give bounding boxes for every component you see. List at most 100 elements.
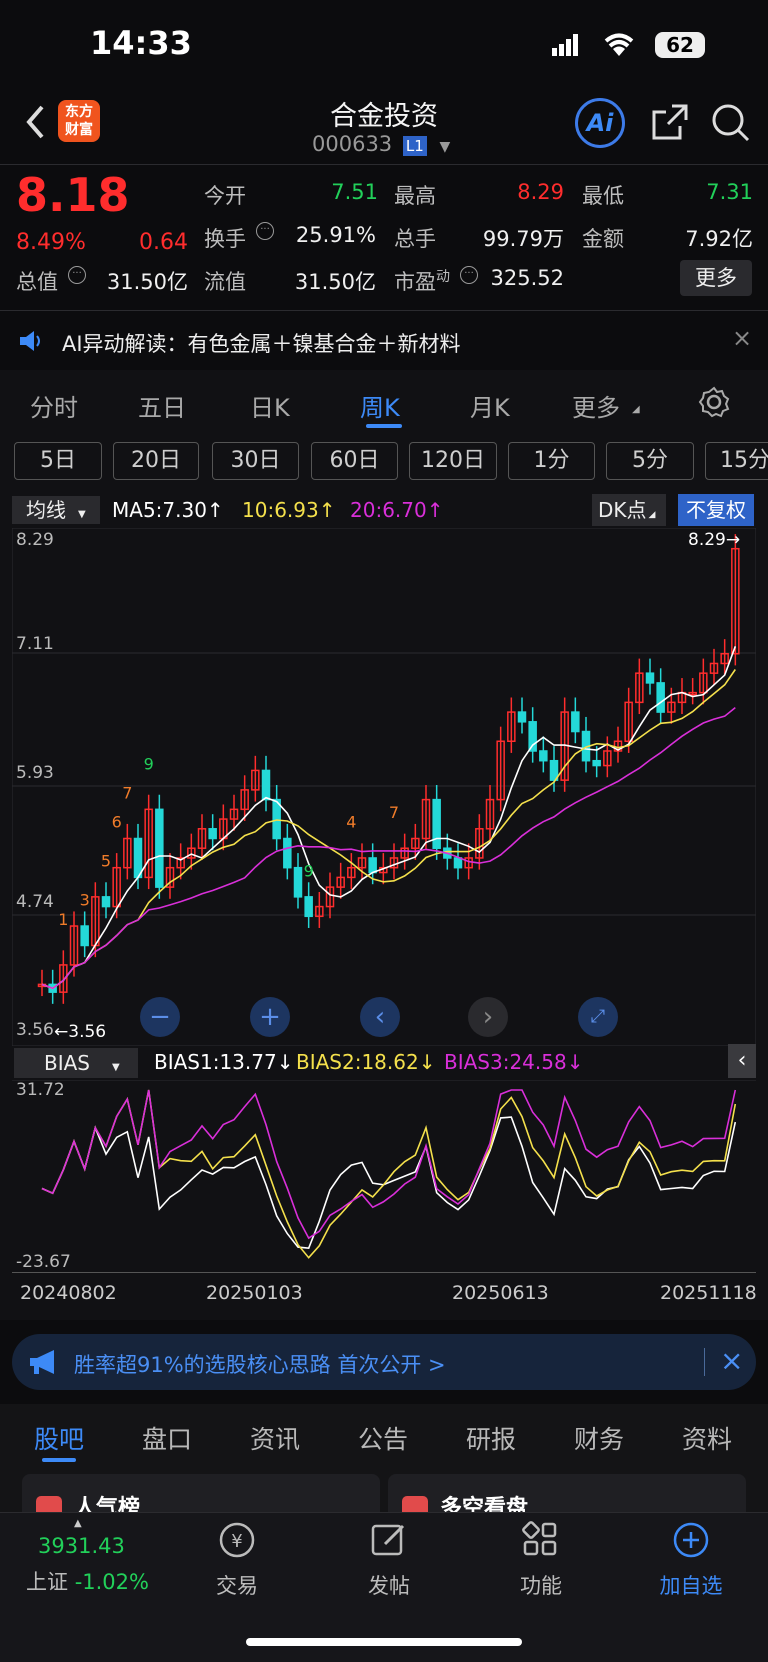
clock: 14:33: [90, 24, 192, 62]
ma-selector[interactable]: 均线 ▼: [12, 496, 100, 524]
candle-body: [261, 769, 271, 801]
signal-label: 4: [346, 813, 356, 832]
signal-label: 3: [80, 890, 90, 909]
ai-banner[interactable]: AI异动解读：有色金属＋镍基合金＋新材料 ×: [0, 312, 768, 368]
search-icon[interactable]: [710, 102, 752, 148]
wifi-icon: [602, 30, 636, 62]
btn-60d[interactable]: 60日: [311, 442, 398, 480]
ai-button[interactable]: Ai: [575, 98, 625, 148]
btn-30d[interactable]: 30日: [212, 442, 299, 480]
y-tick-4: 4.74: [16, 892, 54, 912]
tab-fenshi[interactable]: 分时: [30, 388, 78, 423]
adjust-button[interactable]: 不复权: [678, 494, 754, 526]
dropdown-icon: ◢: [632, 404, 640, 415]
nav-functions[interactable]: 功能: [496, 1520, 586, 1600]
tab-gonggao[interactable]: 公告: [358, 1420, 408, 1456]
more-button[interactable]: 更多: [680, 260, 752, 296]
change-percent: 8.49%: [16, 230, 86, 255]
card-popularity[interactable]: 人气榜: [22, 1474, 380, 1521]
info-icon[interactable]: ···: [256, 222, 274, 240]
market-cap-label: 总值: [16, 270, 58, 294]
tab-yuek[interactable]: 月K: [470, 388, 510, 423]
low-value: 7.31: [706, 180, 753, 204]
nav-add-label: 加自选: [659, 1574, 723, 1598]
bias-y-top: 31.72: [16, 1080, 65, 1100]
nav-post[interactable]: 发帖: [344, 1520, 434, 1600]
open-value: 7.51: [331, 180, 378, 204]
dropdown-icon: ▼: [112, 1062, 120, 1073]
tab-more[interactable]: 更多: [572, 388, 620, 423]
fullscreen-button[interactable]: ⤢: [578, 997, 618, 1037]
dropdown-icon: ▼: [439, 139, 451, 155]
tab-zixun[interactable]: 资讯: [250, 1420, 300, 1456]
nav-add-watchlist[interactable]: 加自选: [646, 1520, 736, 1600]
bias1-value: BIAS1:13.77↓: [154, 1050, 294, 1074]
tab-zhouk[interactable]: 周K: [360, 388, 400, 423]
dk-button[interactable]: DK点 ◢: [592, 494, 666, 526]
candle-body: [539, 750, 548, 762]
tab-guba[interactable]: 股吧: [34, 1420, 84, 1456]
index-value: 3931.43: [38, 1534, 125, 1558]
share-icon[interactable]: [650, 102, 690, 146]
nav-trade[interactable]: ¥ 交易: [192, 1520, 282, 1600]
candle-body: [656, 682, 665, 713]
btn-5d[interactable]: 5日: [14, 442, 102, 480]
promo-banner[interactable]: 胜率超91%的选股核心思路 首次公开 > ×: [12, 1334, 756, 1390]
scroll-left-button[interactable]: ‹: [360, 997, 400, 1037]
zoom-in-button[interactable]: +: [250, 997, 290, 1037]
tab-rik[interactable]: 日K: [250, 388, 290, 423]
close-icon[interactable]: ×: [720, 1344, 743, 1377]
tab-caiwu[interactable]: 财务: [574, 1420, 624, 1456]
candle-body: [517, 711, 527, 723]
candle-body: [283, 837, 292, 869]
min-marker: ←3.56: [54, 1022, 107, 1042]
btn-20d[interactable]: 20日: [113, 442, 199, 480]
collapse-button[interactable]: ‹: [728, 1044, 756, 1078]
status-bar: 14:33 62: [0, 0, 768, 90]
btn-5min[interactable]: 5分: [606, 442, 694, 480]
tab-yanbao[interactable]: 研报: [466, 1420, 516, 1456]
nav-post-label: 发帖: [368, 1574, 410, 1598]
signal-label: 6: [112, 813, 122, 832]
yen-icon: ¥: [219, 1522, 255, 1558]
candle-body: [155, 808, 164, 888]
scroll-right-button[interactable]: ›: [468, 997, 508, 1037]
dropdown-icon: ◢: [648, 510, 656, 520]
candle-body: [571, 711, 580, 733]
index-row: 上证 -1.02%: [26, 1566, 149, 1596]
info-icon[interactable]: ···: [460, 266, 478, 284]
btn-120d[interactable]: 120日: [409, 442, 497, 480]
card-longshort[interactable]: 多空看盘: [388, 1474, 746, 1521]
info-icon[interactable]: ···: [68, 266, 86, 284]
close-icon[interactable]: ×: [732, 324, 752, 352]
bias-selector[interactable]: BIAS ▼: [14, 1048, 138, 1078]
pe-value: 325.52: [490, 266, 564, 290]
turnover-value: 25.91%: [295, 223, 376, 247]
candle-body: [304, 896, 313, 918]
btn-1min[interactable]: 1分: [508, 442, 595, 480]
tab-pankou[interactable]: 盘口: [142, 1420, 192, 1456]
promo-text: 胜率超91%的选股核心思路 首次公开 >: [74, 1353, 446, 1377]
tab-wuri[interactable]: 五日: [138, 388, 186, 423]
bias1-line: [41, 1116, 737, 1250]
dropdown-icon: ▼: [78, 509, 86, 520]
candle-body: [208, 828, 217, 840]
btn-15min[interactable]: 15分: [705, 442, 768, 480]
candle-body: [293, 866, 303, 898]
change-amount: 0.64: [139, 230, 188, 255]
candlestick-chart[interactable]: 135679479: [12, 528, 756, 1046]
float-cap-value: 31.50亿: [294, 270, 376, 294]
high-value: 8.29: [517, 180, 564, 204]
signal-label: 7: [389, 803, 399, 822]
zoom-out-button[interactable]: −: [140, 997, 180, 1037]
last-price: 8.18: [16, 168, 130, 222]
open-label: 今开: [204, 184, 246, 208]
date-label: 20250103: [206, 1282, 303, 1304]
high-label: 最高: [394, 184, 436, 208]
tab-ziliao[interactable]: 资料: [682, 1420, 732, 1456]
y-tick-top: 8.29: [16, 530, 54, 550]
nav-functions-label: 功能: [520, 1574, 562, 1598]
settings-icon[interactable]: [698, 386, 730, 422]
bias-chart[interactable]: [12, 1080, 756, 1272]
stock-code-row[interactable]: 000633 L1 ▼: [312, 132, 450, 156]
